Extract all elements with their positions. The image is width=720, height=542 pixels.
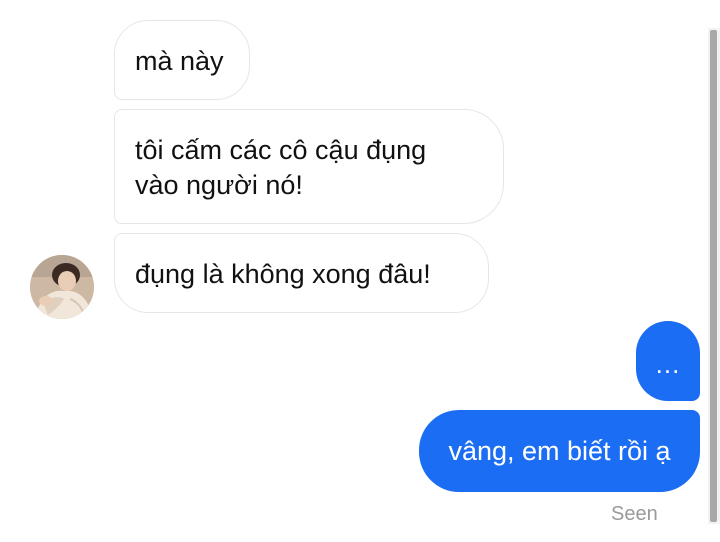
incoming-message-bubble[interactable]: mà này xyxy=(114,20,250,100)
message-text: mà này xyxy=(135,46,224,76)
scrollbar-thumb[interactable] xyxy=(710,30,717,522)
incoming-message-bubble[interactable]: đụng là không xong đâu! xyxy=(114,233,489,313)
outgoing-message-bubble[interactable]: ... xyxy=(636,321,700,401)
message-text: vâng, em biết rồi ạ xyxy=(448,436,671,466)
seen-status: Seen xyxy=(611,503,658,525)
avatar-photo-icon xyxy=(30,255,94,319)
message-text: tôi cấm các cô cậu đụng vào người nó! xyxy=(135,135,427,200)
chat-thread: mà này tôi cấm các cô cậu đụng vào người… xyxy=(0,0,708,542)
message-text: đụng là không xong đâu! xyxy=(135,259,431,289)
contact-avatar[interactable] xyxy=(30,255,94,319)
message-text: ... xyxy=(655,349,681,379)
incoming-message-bubble[interactable]: tôi cấm các cô cậu đụng vào người nó! xyxy=(114,109,504,224)
outgoing-message-bubble[interactable]: vâng, em biết rồi ạ xyxy=(419,410,700,492)
